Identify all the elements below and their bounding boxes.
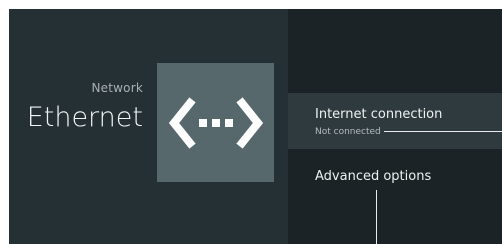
ethernet-icon-tile	[157, 63, 274, 182]
page-title: Ethernet	[26, 102, 143, 133]
menu-item-title: Advanced options	[315, 169, 432, 184]
settings-screen: Network Ethernet Internet connection Not…	[9, 9, 502, 244]
section-label: Network	[91, 81, 143, 95]
ethernet-icon	[168, 96, 263, 149]
connector-line-horizontal	[384, 131, 502, 132]
options-pane: Internet connection Not connected Advanc…	[288, 9, 502, 244]
header-pane: Network Ethernet	[9, 9, 288, 244]
menu-item-title: Internet connection	[315, 107, 443, 122]
menu-item-internet-connection[interactable]: Internet connection Not connected	[288, 93, 502, 149]
menu-item-advanced-options[interactable]: Advanced options	[288, 157, 502, 197]
connector-line-vertical	[376, 190, 377, 244]
menu-item-subtitle: Not connected	[315, 127, 381, 137]
